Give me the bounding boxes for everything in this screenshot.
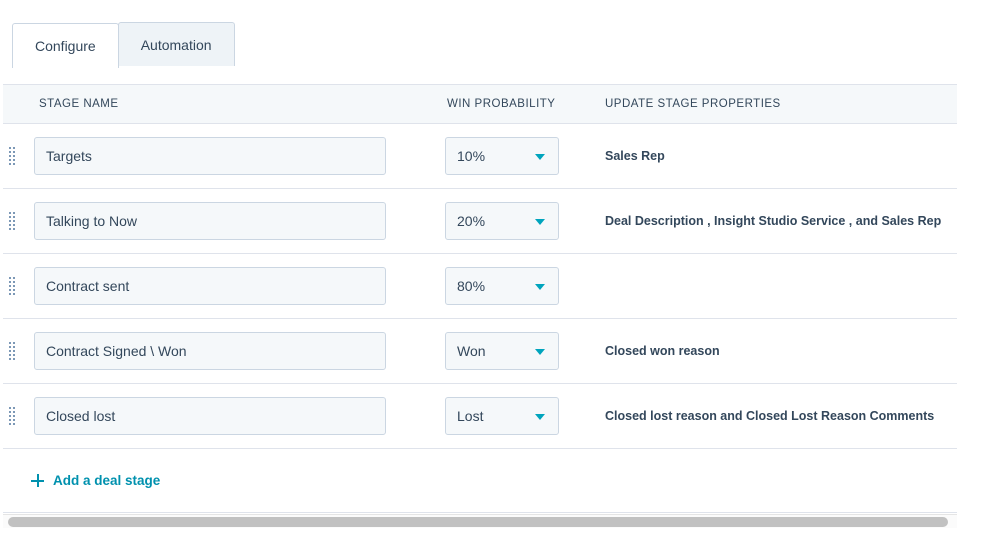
header-update-stage-properties: UPDATE STAGE PROPERTIES: [605, 98, 781, 110]
chevron-down-icon: [535, 284, 545, 290]
win-probability-select[interactable]: 10%: [445, 137, 559, 175]
drag-handle-icon[interactable]: [3, 212, 20, 230]
add-deal-stage-button[interactable]: Add a deal stage: [31, 473, 160, 488]
stage-name-input[interactable]: [34, 397, 386, 435]
cell-win-probability: 80%: [445, 267, 603, 305]
cell-stage-name: [20, 397, 445, 435]
cell-win-probability: 10%: [445, 137, 603, 175]
cell-stage-name: [20, 202, 445, 240]
table-row: 10% Sales Rep: [3, 124, 957, 189]
deal-stages-table: STAGE NAME WIN PROBABILITY UPDATE STAGE …: [3, 84, 957, 513]
cell-win-probability: Won: [445, 332, 603, 370]
table-row: Won Closed won reason: [3, 319, 957, 384]
drag-handle-icon[interactable]: [3, 342, 20, 360]
tab-automation-label: Automation: [140, 37, 212, 53]
chevron-down-icon: [535, 219, 545, 225]
win-probability-select[interactable]: Lost: [445, 397, 559, 435]
chevron-down-icon: [535, 349, 545, 355]
tab-bar: Configure Automation: [12, 22, 235, 68]
tab-automation[interactable]: Automation: [117, 22, 235, 67]
stage-name-input[interactable]: [34, 332, 386, 370]
cell-update-stage-properties: Closed won reason: [605, 344, 720, 358]
deal-pipeline-configure-page: Configure Automation STAGE NAME WIN PROB…: [0, 0, 998, 540]
stage-name-input[interactable]: [34, 202, 386, 240]
header-stage-name: STAGE NAME: [39, 98, 119, 110]
horizontal-scrollbar-thumb[interactable]: [8, 517, 948, 527]
drag-handle-icon[interactable]: [3, 277, 20, 295]
drag-handle-dots: [8, 277, 15, 295]
table-header-row: STAGE NAME WIN PROBABILITY UPDATE STAGE …: [3, 84, 957, 124]
cell-update-stage-properties: Closed lost reason and Closed Lost Reaso…: [605, 409, 935, 423]
drag-handle-dots: [8, 342, 15, 360]
win-probability-select[interactable]: 80%: [445, 267, 559, 305]
cell-win-probability: 20%: [445, 202, 603, 240]
cell-win-probability: Lost: [445, 397, 603, 435]
cell-stage-name: [20, 332, 445, 370]
chevron-down-icon: [535, 414, 545, 420]
cell-update-stage-properties: Sales Rep: [605, 149, 665, 163]
add-deal-stage-label: Add a deal stage: [53, 473, 161, 488]
win-probability-value: Won: [457, 343, 486, 359]
drag-handle-dots: [8, 212, 15, 230]
stage-name-input[interactable]: [34, 137, 386, 175]
cell-update-stage-properties: Deal Description , Insight Studio Servic…: [605, 214, 942, 228]
horizontal-scrollbar[interactable]: [3, 514, 957, 528]
stage-name-input[interactable]: [34, 267, 386, 305]
cell-stage-name: [20, 267, 445, 305]
drag-handle-dots: [8, 407, 15, 425]
table-row: Lost Closed lost reason and Closed Lost …: [3, 384, 957, 449]
drag-handle-icon[interactable]: [3, 147, 20, 165]
tab-bar-underline: [0, 66, 998, 67]
win-probability-value: Lost: [457, 408, 484, 424]
drag-handle-icon[interactable]: [3, 407, 20, 425]
tab-configure-label: Configure: [35, 37, 96, 54]
table-row: 20% Deal Description , Insight Studio Se…: [3, 189, 957, 254]
header-win-probability: WIN PROBABILITY: [447, 98, 556, 110]
win-probability-value: 10%: [457, 148, 486, 164]
win-probability-select[interactable]: Won: [445, 332, 559, 370]
tab-configure[interactable]: Configure: [12, 23, 119, 68]
win-probability-value: 20%: [457, 213, 486, 229]
plus-icon: [31, 474, 44, 487]
chevron-down-icon: [535, 154, 545, 160]
cell-stage-name: [20, 137, 445, 175]
drag-handle-dots: [8, 147, 15, 165]
win-probability-value: 80%: [457, 278, 486, 294]
win-probability-select[interactable]: 20%: [445, 202, 559, 240]
add-deal-stage-row: Add a deal stage: [3, 449, 957, 513]
table-row: 80%: [3, 254, 957, 319]
